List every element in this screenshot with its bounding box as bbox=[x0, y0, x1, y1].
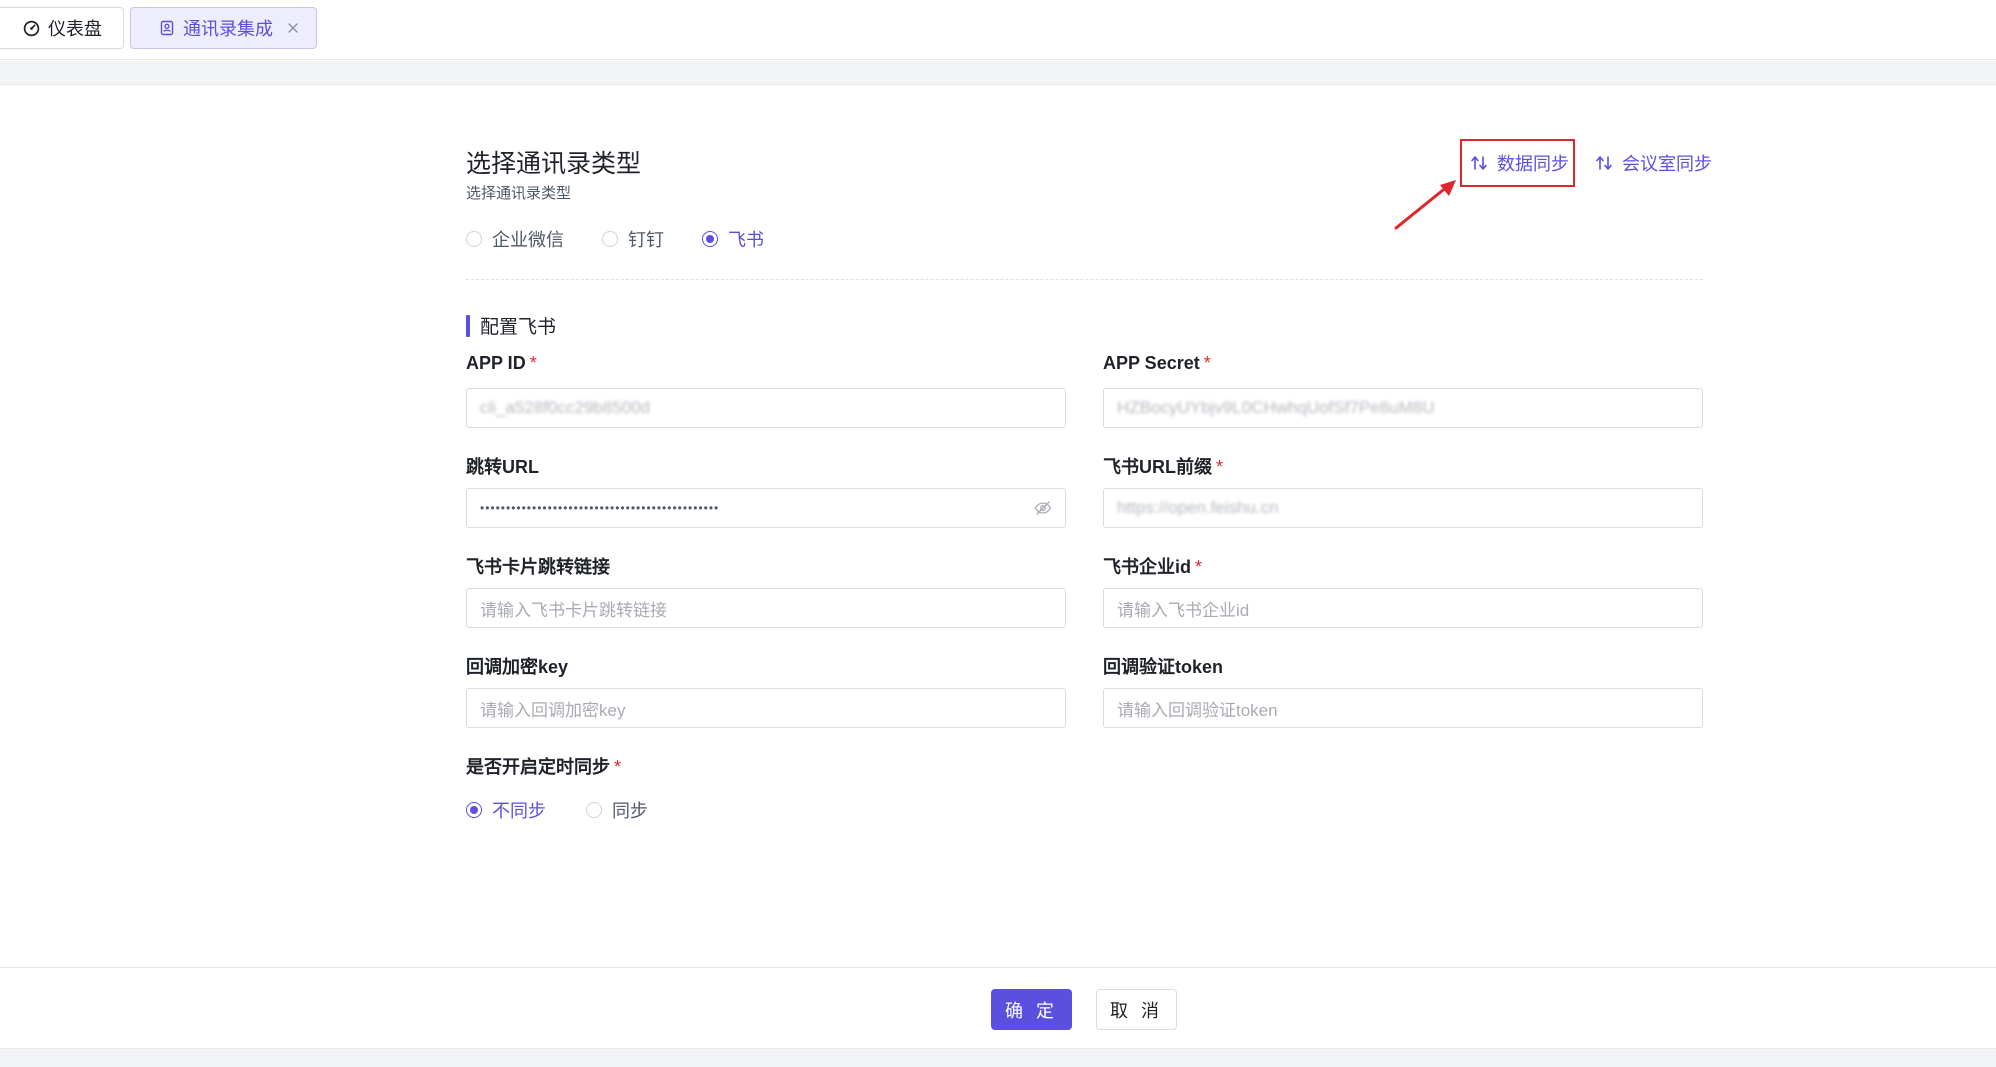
card-link-placeholder: 请输入飞书卡片跳转链接 bbox=[480, 600, 667, 620]
callback-token-input[interactable]: 请输入回调验证token bbox=[1103, 688, 1703, 728]
callback-key-label: 回调加密key bbox=[466, 653, 568, 679]
app-id-value: cli_a528f0cc29b8500d bbox=[480, 398, 651, 417]
confirm-button[interactable]: 确 定 bbox=[991, 989, 1072, 1030]
tab-contacts-label: 通讯录集成 bbox=[183, 19, 273, 39]
tab-contacts-integration[interactable]: 通讯录集成 bbox=[130, 7, 317, 49]
radio-circle bbox=[602, 231, 618, 247]
swap-vertical-icon bbox=[1596, 156, 1612, 170]
radio-sync[interactable]: 同步 bbox=[586, 797, 648, 823]
radio-wecom[interactable]: 企业微信 bbox=[466, 226, 564, 252]
callback-key-placeholder: 请输入回调加密key bbox=[480, 700, 626, 720]
config-section-heading: 配置飞书 bbox=[466, 312, 556, 339]
radio-circle bbox=[466, 802, 482, 818]
required-marker: * bbox=[614, 757, 622, 777]
app-secret-value: HZBocyUYbjv9L0CHwhqUofSf7Pe8uM8U bbox=[1117, 398, 1435, 417]
feishu-url-prefix-label: 飞书URL前缀 * bbox=[1103, 453, 1223, 479]
feishu-url-prefix-label-text: 飞书URL前缀 bbox=[1103, 457, 1212, 477]
contact-book-icon bbox=[160, 20, 174, 36]
required-marker: * bbox=[1203, 353, 1211, 373]
radio-circle bbox=[702, 231, 718, 247]
tab-dashboard-label: 仪表盘 bbox=[48, 19, 102, 39]
meeting-room-sync-label: 会议室同步 bbox=[1622, 154, 1712, 174]
scheduled-sync-label-text: 是否开启定时同步 bbox=[466, 757, 610, 777]
radio-sync-label: 同步 bbox=[612, 801, 648, 821]
radio-no-sync[interactable]: 不同步 bbox=[466, 797, 546, 823]
swap-vertical-icon bbox=[1471, 156, 1487, 170]
page-subtitle: 选择通讯录类型 bbox=[466, 185, 572, 202]
callback-key-label-text: 回调加密key bbox=[466, 657, 569, 677]
content-top-band bbox=[0, 61, 1996, 85]
redirect-url-input[interactable]: ••••••••••••••••••••••••••••••••••••••••… bbox=[466, 488, 1066, 528]
enterprise-id-input[interactable]: 请输入飞书企业id bbox=[1103, 588, 1703, 628]
radio-circle bbox=[466, 231, 482, 247]
close-icon[interactable] bbox=[287, 22, 299, 34]
callback-token-placeholder: 请输入回调验证token bbox=[1117, 700, 1278, 720]
feishu-url-prefix-input[interactable]: https://open.feishu.cn bbox=[1103, 488, 1703, 528]
card-link-label-text: 飞书卡片跳转链接 bbox=[466, 557, 610, 577]
required-marker: * bbox=[529, 353, 537, 373]
data-sync-button[interactable]: 数据同步 bbox=[1460, 139, 1575, 187]
app-id-label: APP ID * bbox=[466, 353, 537, 374]
radio-dingtalk-label: 钉钉 bbox=[628, 230, 664, 250]
callback-token-label: 回调验证token bbox=[1103, 653, 1223, 679]
tab-bar: 仪表盘 通讯录集成 bbox=[0, 0, 1996, 60]
enterprise-id-label: 飞书企业id * bbox=[1103, 553, 1202, 579]
app-secret-input[interactable]: HZBocyUYbjv9L0CHwhqUofSf7Pe8uM8U bbox=[1103, 388, 1703, 428]
cancel-button[interactable]: 取 消 bbox=[1096, 989, 1177, 1030]
content-bottom-band bbox=[0, 1048, 1996, 1067]
radio-feishu-label: 飞书 bbox=[728, 230, 764, 250]
tab-dashboard[interactable]: 仪表盘 bbox=[0, 7, 124, 49]
data-sync-label: 数据同步 bbox=[1497, 154, 1569, 174]
radio-circle bbox=[586, 802, 602, 818]
redirect-url-label-text: 跳转URL bbox=[466, 457, 539, 477]
meeting-room-sync-button[interactable]: 会议室同步 bbox=[1595, 150, 1712, 176]
radio-no-sync-label: 不同步 bbox=[492, 801, 546, 821]
app-id-label-text: APP ID bbox=[466, 353, 526, 373]
app-id-input[interactable]: cli_a528f0cc29b8500d bbox=[466, 388, 1066, 428]
radio-wecom-label: 企业微信 bbox=[492, 230, 564, 250]
app-secret-label: APP Secret * bbox=[1103, 353, 1211, 374]
top-actions: 数据同步 会议室同步 bbox=[1460, 139, 1712, 187]
enterprise-id-placeholder: 请输入飞书企业id bbox=[1117, 600, 1250, 620]
contact-type-radio-group: 企业微信 钉钉 飞书 bbox=[466, 226, 802, 252]
feishu-url-prefix-value: https://open.feishu.cn bbox=[1117, 498, 1279, 517]
card-link-label: 飞书卡片跳转链接 bbox=[466, 553, 610, 579]
footer-divider bbox=[0, 967, 1996, 968]
app-secret-label-text: APP Secret bbox=[1103, 353, 1200, 373]
page-title: 选择通讯录类型 bbox=[466, 150, 642, 178]
divider bbox=[466, 279, 1703, 280]
scheduled-sync-radio-group: 不同步 同步 bbox=[466, 797, 688, 823]
enterprise-id-label-text: 飞书企业id bbox=[1103, 557, 1191, 577]
eye-hidden-icon[interactable] bbox=[1034, 500, 1052, 521]
redirect-url-value: ••••••••••••••••••••••••••••••••••••••••… bbox=[480, 501, 720, 515]
scheduled-sync-label: 是否开启定时同步 * bbox=[466, 753, 621, 779]
required-marker: * bbox=[1216, 457, 1224, 477]
required-marker: * bbox=[1195, 557, 1203, 577]
radio-feishu[interactable]: 飞书 bbox=[702, 226, 764, 252]
radio-dingtalk[interactable]: 钉钉 bbox=[602, 226, 664, 252]
redirect-url-label: 跳转URL bbox=[466, 453, 539, 479]
card-link-input[interactable]: 请输入飞书卡片跳转链接 bbox=[466, 588, 1066, 628]
callback-token-label-text: 回调验证token bbox=[1103, 657, 1224, 677]
config-heading-label: 配置飞书 bbox=[480, 317, 557, 338]
callback-key-input[interactable]: 请输入回调加密key bbox=[466, 688, 1066, 728]
heading-accent-bar bbox=[466, 314, 470, 337]
annotation-arrow-icon bbox=[1394, 180, 1456, 230]
dashboard-gauge-icon bbox=[23, 20, 40, 36]
